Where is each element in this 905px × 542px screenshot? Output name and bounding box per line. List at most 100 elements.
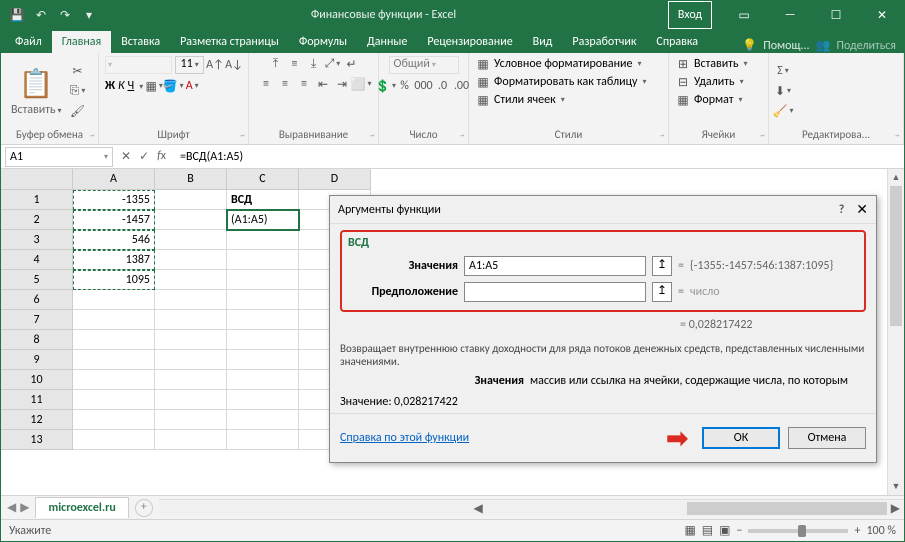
scrollbar-vertical[interactable]: ▲▼ bbox=[887, 169, 904, 495]
wrap-icon[interactable]: ↵ bbox=[344, 56, 360, 72]
fill-icon[interactable]: 🪣 bbox=[165, 78, 181, 94]
fx-icon[interactable]: fx bbox=[157, 149, 166, 164]
cell-A5[interactable]: 1095 bbox=[73, 270, 155, 290]
format-table-button[interactable]: ▦Форматировать как таблицу bbox=[475, 74, 647, 90]
dialog-close-icon[interactable]: ✕ bbox=[856, 201, 868, 218]
col-B[interactable]: B bbox=[155, 169, 227, 190]
tab-layout[interactable]: Разметка страницы bbox=[170, 31, 289, 53]
format-cells-button[interactable]: ▦Формат bbox=[675, 92, 743, 108]
percent-icon[interactable]: % bbox=[397, 78, 413, 94]
arg2-input[interactable] bbox=[464, 282, 646, 302]
clear-icon[interactable]: 🧹 bbox=[775, 103, 791, 119]
share-label[interactable]: Поделиться bbox=[837, 39, 896, 53]
insert-cells-button[interactable]: ⊞Вставить bbox=[675, 56, 748, 72]
paste-button[interactable]: 📋 Вставить bbox=[7, 64, 66, 119]
scrollbar-horizontal[interactable]: ◀▶ bbox=[159, 499, 904, 516]
tab-help[interactable]: Справка bbox=[646, 31, 708, 53]
cell-A4[interactable]: 1387 bbox=[73, 250, 155, 270]
align-mid-icon[interactable]: ≡ bbox=[287, 56, 303, 72]
currency-icon[interactable]: 💲 bbox=[378, 78, 394, 94]
share-icon[interactable]: 👥 bbox=[816, 38, 831, 53]
signin-button[interactable]: Вход bbox=[668, 1, 712, 29]
sheet-tab[interactable]: microexcel.ru bbox=[35, 497, 128, 518]
sheet-prev-icon[interactable]: ◀ bbox=[7, 500, 16, 515]
tab-insert[interactable]: Вставка bbox=[111, 31, 170, 53]
grow-font-icon[interactable]: A↑ bbox=[207, 57, 223, 73]
cell-A1[interactable]: -1355 bbox=[73, 190, 155, 210]
col-C[interactable]: C bbox=[227, 169, 299, 190]
orientation-icon[interactable]: ⤢ bbox=[325, 56, 341, 72]
tab-review[interactable]: Рецензирование bbox=[417, 31, 522, 53]
cell-B1[interactable] bbox=[155, 190, 227, 210]
minimize-icon[interactable]: — bbox=[768, 1, 812, 29]
qat-dd-icon[interactable]: ▾ bbox=[79, 5, 99, 25]
cancel-button[interactable]: Отмена bbox=[788, 427, 866, 449]
view-normal-icon[interactable]: ▦ bbox=[684, 523, 695, 538]
sheet-next-icon[interactable]: ▶ bbox=[20, 500, 29, 515]
cut-icon[interactable]: ✂ bbox=[70, 63, 86, 79]
select-all[interactable] bbox=[1, 169, 73, 190]
comma-icon[interactable]: 000 bbox=[416, 78, 432, 94]
help-link[interactable]: Справка по этой функции bbox=[340, 431, 469, 445]
italic-icon[interactable]: К bbox=[118, 79, 125, 93]
zoom-slider[interactable] bbox=[748, 529, 848, 533]
redo-icon[interactable]: ↷ bbox=[55, 5, 75, 25]
tab-file[interactable]: Файл bbox=[5, 31, 52, 53]
tellme-icon[interactable]: 💡 bbox=[742, 38, 757, 53]
row-4[interactable]: 4 bbox=[1, 250, 73, 270]
dialog-help-icon[interactable]: ? bbox=[839, 203, 845, 217]
ribbon-options-icon[interactable]: ▭ bbox=[722, 1, 766, 29]
dec-dec-icon[interactable]: .00 bbox=[454, 78, 470, 94]
row-2[interactable]: 2 bbox=[1, 210, 73, 230]
close-icon[interactable]: ✕ bbox=[860, 1, 904, 29]
align-top-icon[interactable]: ⤒ bbox=[268, 56, 284, 72]
undo-icon[interactable]: ↶ bbox=[31, 5, 51, 25]
cancel-formula-icon[interactable]: ✕ bbox=[121, 149, 131, 164]
merge-icon[interactable]: ⬜ bbox=[353, 76, 369, 92]
autosum-icon[interactable]: Σ bbox=[775, 63, 791, 79]
tab-developer[interactable]: Разработчик bbox=[562, 31, 646, 53]
arg1-input[interactable] bbox=[464, 256, 646, 276]
cell-A3[interactable]: 546 bbox=[73, 230, 155, 250]
cell-C1[interactable]: ВСД bbox=[227, 190, 299, 210]
maximize-icon[interactable]: ☐ bbox=[814, 1, 858, 29]
indent-icon[interactable]: ⇥ bbox=[334, 76, 350, 92]
formula-input[interactable]: =ВСД(A1:A5) bbox=[174, 150, 904, 164]
enter-formula-icon[interactable]: ✓ bbox=[139, 149, 149, 164]
arg1-ref-button[interactable]: ↥ bbox=[652, 256, 672, 276]
cell-styles-button[interactable]: ▦Стили ячеек bbox=[475, 92, 565, 108]
ok-button[interactable]: ОК bbox=[702, 427, 780, 449]
tab-data[interactable]: Данные bbox=[357, 31, 417, 53]
row-1[interactable]: 1 bbox=[1, 190, 73, 210]
row-3[interactable]: 3 bbox=[1, 230, 73, 250]
delete-cells-button[interactable]: ⊟Удалить bbox=[675, 74, 744, 90]
format-painter-icon[interactable]: 🖌 bbox=[70, 103, 86, 119]
view-layout-icon[interactable]: ▤ bbox=[702, 523, 713, 538]
underline-icon[interactable]: Ч bbox=[128, 79, 135, 93]
zoom-out-icon[interactable]: − bbox=[736, 524, 742, 538]
col-A[interactable]: A bbox=[73, 169, 155, 190]
cell-A2[interactable]: -1457 bbox=[73, 210, 155, 230]
tab-formulas[interactable]: Формулы bbox=[289, 31, 357, 53]
cell-C2[interactable]: (A1:A5) bbox=[227, 210, 299, 230]
shrink-font-icon[interactable]: A↓ bbox=[226, 57, 242, 73]
cond-format-button[interactable]: ▦Условное форматирование bbox=[475, 56, 641, 72]
align-bot-icon[interactable]: ⤓ bbox=[306, 56, 322, 72]
align-left-icon[interactable]: ≡ bbox=[258, 76, 274, 92]
view-break-icon[interactable]: ▣ bbox=[719, 523, 730, 538]
save-icon[interactable]: 💾 bbox=[7, 5, 27, 25]
border-icon[interactable]: ▦ bbox=[146, 78, 162, 94]
copy-icon[interactable]: ⎘ bbox=[70, 83, 86, 99]
tab-home[interactable]: Главная bbox=[52, 31, 111, 53]
name-box[interactable]: A1 bbox=[5, 147, 113, 167]
col-D[interactable]: D bbox=[299, 169, 371, 190]
zoom-in-icon[interactable]: + bbox=[854, 524, 860, 538]
tab-view[interactable]: Вид bbox=[523, 31, 563, 53]
outdent-icon[interactable]: ⇤ bbox=[315, 76, 331, 92]
font-color-icon[interactable]: A bbox=[184, 78, 200, 94]
tellme-label[interactable]: Помощ... bbox=[763, 39, 809, 53]
fill-down-icon[interactable]: ⬇ bbox=[775, 83, 791, 99]
inc-dec-icon[interactable]: .0 bbox=[435, 78, 451, 94]
new-sheet-button[interactable]: + bbox=[135, 499, 153, 517]
row-5[interactable]: 5 bbox=[1, 270, 73, 290]
